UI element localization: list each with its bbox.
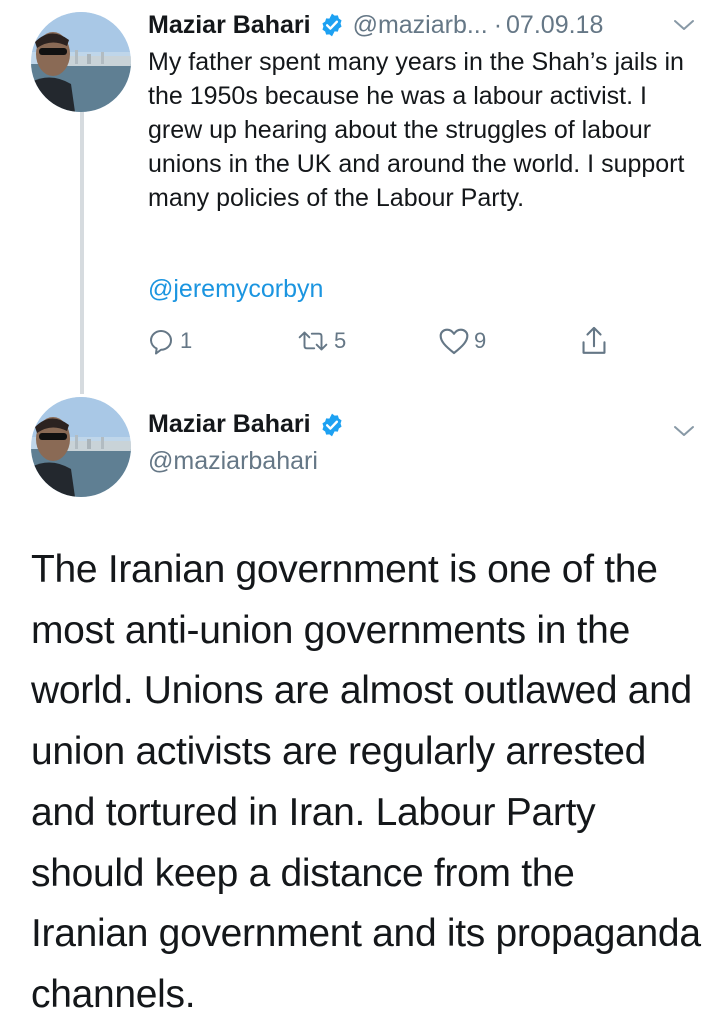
reply-button[interactable]: 1 bbox=[146, 326, 192, 356]
share-button[interactable] bbox=[578, 324, 610, 358]
avatar[interactable] bbox=[31, 397, 131, 497]
like-button[interactable]: 9 bbox=[438, 326, 486, 356]
separator-dot: · bbox=[493, 10, 503, 39]
mention-link[interactable]: @jeremycorbyn bbox=[148, 272, 323, 306]
avatar[interactable] bbox=[31, 12, 131, 112]
chevron-down-icon[interactable] bbox=[672, 17, 696, 33]
reply-icon bbox=[150, 330, 172, 355]
reply-tweet-header: Maziar Bahari @maziarb... · 07.09.18 bbox=[148, 8, 603, 42]
display-name[interactable]: Maziar Bahari bbox=[148, 11, 311, 40]
handle[interactable]: @maziarbahari bbox=[148, 447, 318, 476]
share-icon bbox=[582, 326, 606, 354]
heart-icon bbox=[439, 328, 469, 355]
tweet-actions-bar: 1 5 9 bbox=[0, 322, 720, 362]
display-name[interactable]: Maziar Bahari bbox=[148, 410, 311, 439]
verified-badge-icon bbox=[322, 13, 342, 37]
verified-badge-icon bbox=[322, 413, 342, 436]
retweet-button[interactable]: 5 bbox=[296, 326, 346, 356]
like-count: 9 bbox=[474, 328, 487, 353]
reply-count: 1 bbox=[180, 328, 193, 353]
handle[interactable]: @maziarb... bbox=[353, 11, 488, 40]
chevron-down-icon[interactable] bbox=[672, 423, 696, 439]
retweet-count: 5 bbox=[334, 328, 347, 353]
reply-tweet-text: My father spent many years in the Shah’s… bbox=[148, 48, 685, 212]
main-tweet-author: Maziar Bahari bbox=[148, 410, 345, 439]
retweet-icon bbox=[298, 331, 328, 351]
main-tweet-text: The Iranian government is one of the mos… bbox=[31, 548, 701, 1016]
tweet-date[interactable]: 07.09.18 bbox=[506, 11, 603, 40]
